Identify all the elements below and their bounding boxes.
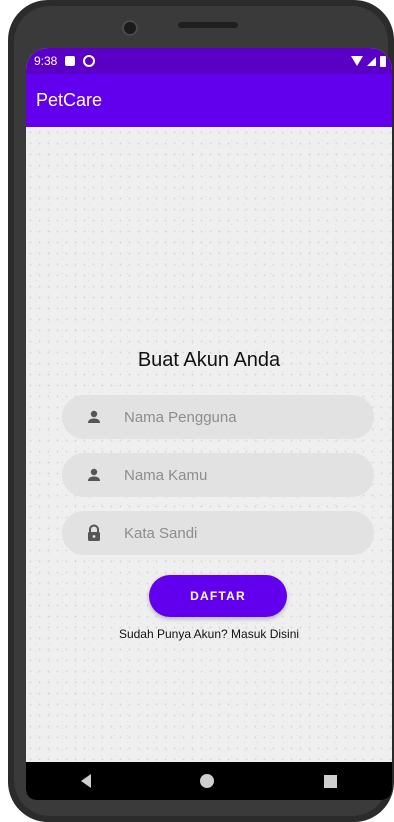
app-title: PetCare (36, 90, 103, 110)
signal-icon (367, 56, 376, 66)
back-icon[interactable] (80, 774, 91, 788)
wifi-icon (351, 56, 363, 66)
speaker-grille (178, 22, 238, 28)
username-input[interactable] (122, 407, 346, 427)
password-field[interactable] (62, 511, 374, 555)
password-input[interactable] (122, 523, 346, 543)
camera-icon (122, 20, 138, 36)
name-input[interactable] (122, 465, 346, 485)
status-bar: 9:38 (26, 48, 392, 74)
register-content: Buat Akun Anda Nama Pengguna Nama Kamu D… (26, 127, 392, 762)
username-field[interactable] (62, 395, 374, 439)
recent-apps-icon[interactable] (324, 774, 338, 788)
sim-card-icon (65, 56, 76, 66)
home-icon[interactable] (200, 774, 215, 788)
person-icon (84, 407, 104, 427)
navigation-bar (26, 762, 392, 800)
person-icon (84, 465, 104, 485)
device-top-bezel (8, 0, 394, 48)
phone-screen: 9:38 PetCare Buat Akun Anda Nama Penggun… (26, 48, 392, 800)
register-button[interactable]: DAFTAR (149, 575, 287, 617)
device-frame: 9:38 PetCare Buat Akun Anda Nama Penggun… (8, 0, 394, 822)
status-time: 9:38 (34, 54, 58, 68)
sync-icon (83, 55, 96, 67)
lock-icon (84, 523, 104, 543)
name-field[interactable] (62, 453, 374, 497)
page-title: Buat Akun Anda (137, 349, 281, 371)
battery-icon (380, 55, 386, 67)
app-bar: PetCare (26, 74, 392, 127)
login-link[interactable]: Sudah Punya Akun? Masuk Disini (26, 627, 392, 641)
status-right-icons (351, 55, 386, 67)
